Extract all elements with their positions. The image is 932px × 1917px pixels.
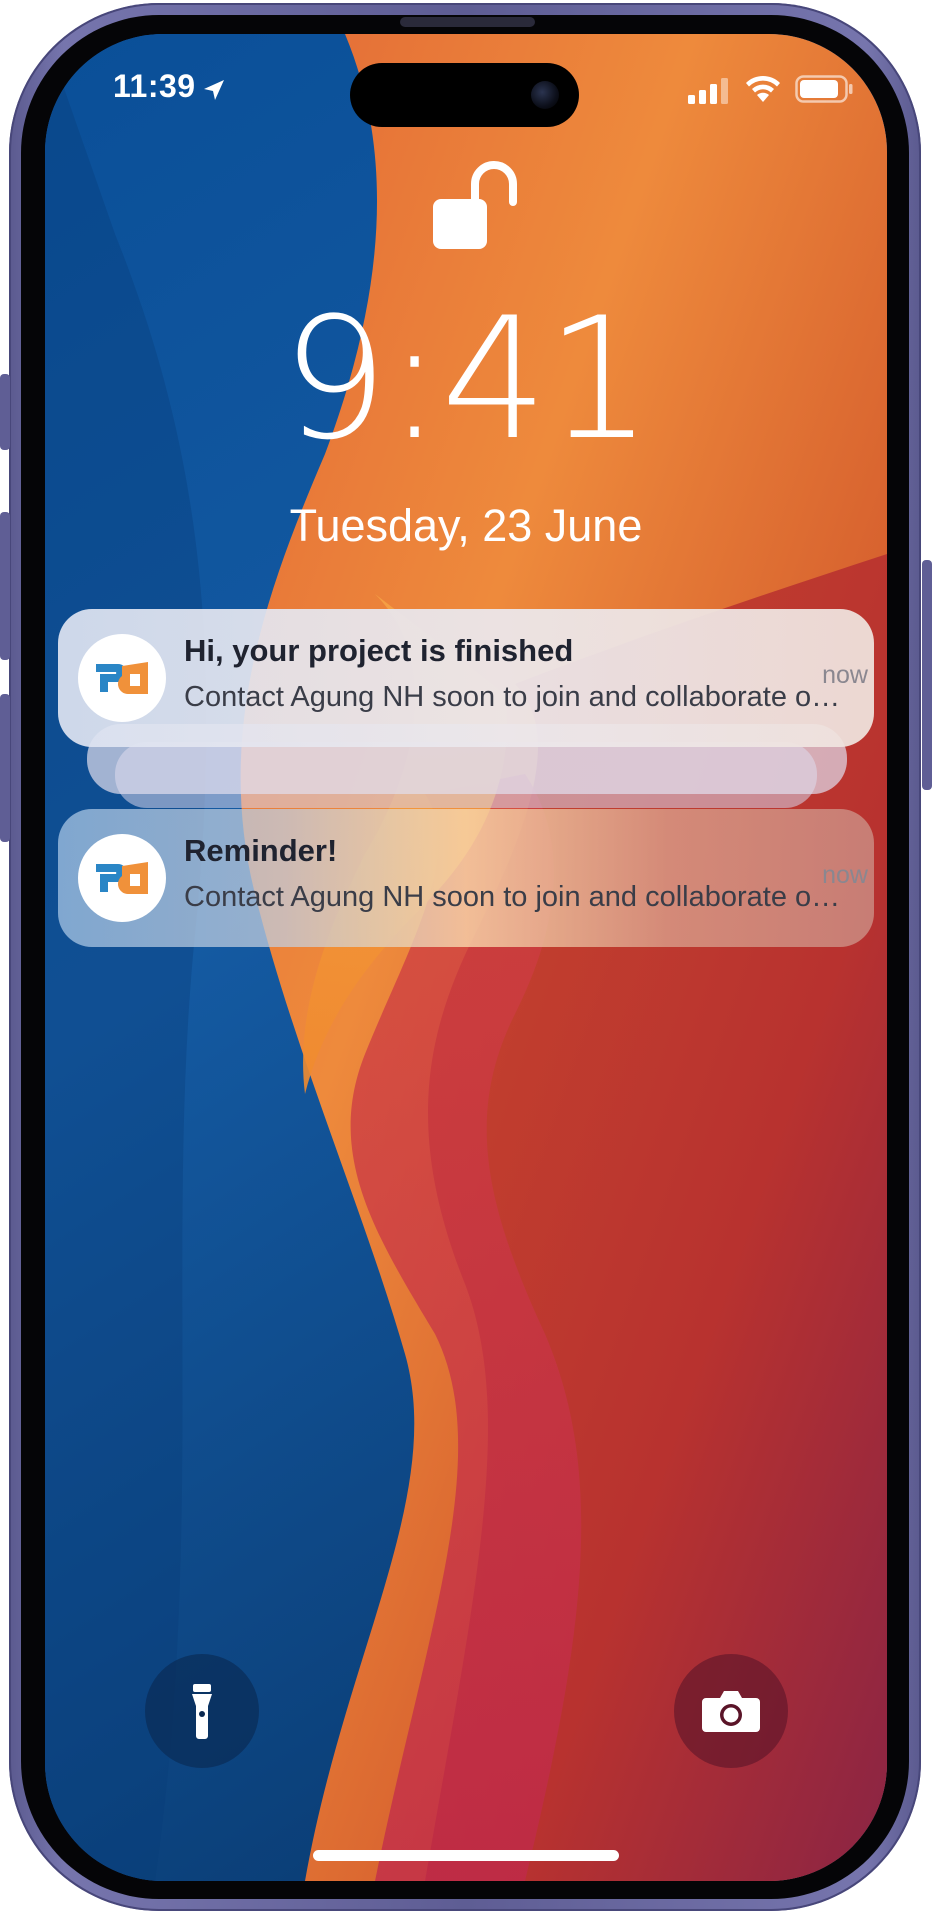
pd-app-logo bbox=[78, 634, 166, 722]
power-button bbox=[922, 560, 932, 790]
notification-time: now bbox=[822, 861, 868, 889]
notification-time: now bbox=[822, 661, 868, 689]
flashlight-icon bbox=[192, 1684, 212, 1739]
screen: 11:39 9:41 Tuesday, 23 June Hi, your pro… bbox=[45, 34, 887, 1881]
action-button bbox=[0, 374, 10, 450]
notification-title: Reminder! bbox=[184, 833, 338, 868]
wifi-icon bbox=[746, 75, 780, 102]
notification-reminder[interactable]: Reminder! Contact Agung NH soon to join … bbox=[58, 809, 874, 947]
flashlight-button[interactable] bbox=[145, 1654, 259, 1768]
camera-icon bbox=[702, 1691, 760, 1732]
volume-up-button bbox=[0, 512, 10, 660]
volume-down-button bbox=[0, 694, 10, 842]
dynamic-island bbox=[350, 63, 579, 127]
notification-body: Contact Agung NH soon to join and collab… bbox=[184, 681, 848, 713]
lock-date: Tuesday, 23 June bbox=[289, 500, 643, 551]
speaker-slot bbox=[400, 17, 535, 27]
status-time: 11:39 bbox=[113, 68, 196, 104]
lock-clock: 9:41 bbox=[281, 281, 652, 477]
notification-project-finished[interactable]: Hi, your project is finished Contact Agu… bbox=[58, 609, 874, 747]
camera-button[interactable] bbox=[674, 1654, 788, 1768]
battery-icon bbox=[795, 75, 853, 103]
lock-screen-mockup: 11:39 9:41 Tuesday, 23 June Hi, your pro… bbox=[0, 0, 932, 1917]
notification-title: Hi, your project is finished bbox=[184, 633, 574, 668]
location-arrow-icon bbox=[204, 80, 224, 100]
front-camera bbox=[531, 81, 559, 109]
home-indicator[interactable] bbox=[313, 1850, 619, 1861]
unlocked-padlock-icon bbox=[433, 161, 517, 249]
notification-body: Contact Agung NH soon to join and collab… bbox=[184, 881, 848, 913]
pd-app-logo bbox=[78, 834, 166, 922]
cellular-signal-icon bbox=[688, 78, 728, 104]
